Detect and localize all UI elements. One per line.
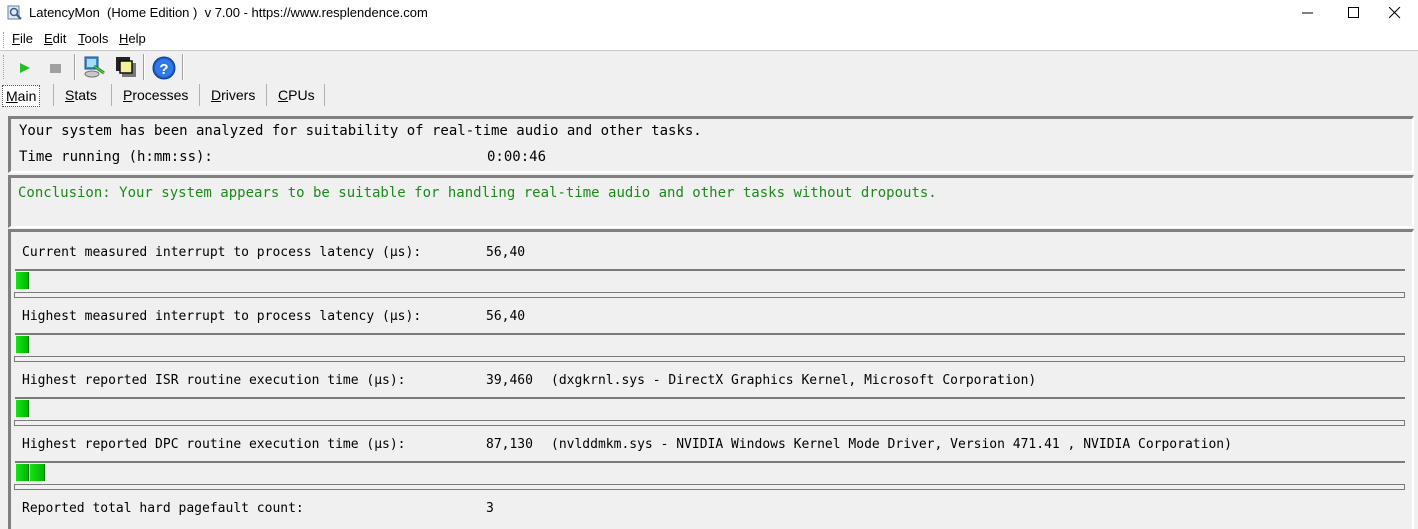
close-button[interactable] <box>1372 0 1418 28</box>
bar-scale <box>14 484 1405 490</box>
menu-help[interactable]: Help <box>119 31 146 46</box>
toolbar: ? <box>0 51 1418 82</box>
tab-stats[interactable]: Stats <box>65 85 97 105</box>
tab-separator <box>266 84 267 106</box>
bar-scale <box>14 420 1405 426</box>
conclusion-text: Conclusion: Your system appears to be su… <box>18 185 937 201</box>
analyzed-text: Your system has been analyzed for suitab… <box>19 123 702 139</box>
dpc-bar <box>15 461 1405 481</box>
bar-segment <box>16 464 29 481</box>
maximize-icon <box>1348 7 1359 18</box>
toolbar-separator <box>143 54 145 80</box>
latency-bar <box>15 333 1405 353</box>
play-icon <box>20 63 30 73</box>
metric-label: Highest measured interrupt to process la… <box>22 309 422 324</box>
toolbar-separator <box>182 54 184 80</box>
close-icon <box>1389 7 1401 19</box>
menu-grip <box>3 32 6 48</box>
tab-accel: S <box>65 87 75 103</box>
tab-cpus[interactable]: CPUs <box>278 85 315 105</box>
menu-file[interactable]: File <box>12 31 33 46</box>
start-button[interactable] <box>13 54 37 80</box>
minimize-button[interactable] <box>1285 0 1331 28</box>
tab-accel: C <box>278 87 289 103</box>
metric-detail: (nvlddmkm.sys - NVIDIA Windows Kernel Mo… <box>551 437 1232 452</box>
time-running-label: Time running (h:mm:ss): <box>19 149 213 165</box>
tab-drivers[interactable]: Drivers <box>211 85 255 105</box>
toolbar-separator <box>74 54 76 80</box>
metric-value: 39,460 <box>486 373 533 388</box>
windows-icon <box>116 57 136 77</box>
app-icon <box>7 5 23 21</box>
menu-accel: E <box>44 31 53 46</box>
tab-label: tats <box>74 87 97 103</box>
menu-accel: F <box>12 31 20 46</box>
isr-bar <box>15 397 1405 417</box>
tab-processes[interactable]: Processes <box>123 85 188 105</box>
conclusion-panel: Conclusion: Your system appears to be su… <box>8 175 1414 228</box>
stop-button[interactable] <box>44 54 68 80</box>
metric-label: Reported total hard pagefault count: <box>22 501 304 516</box>
tab-label: PUs <box>288 87 315 103</box>
tab-bar: Main Stats Processes Drivers CPUs <box>0 82 1418 108</box>
tab-separator <box>111 84 112 106</box>
menu-edit[interactable]: Edit <box>44 31 66 46</box>
metrics-panel: Current measured interrupt to process la… <box>8 229 1414 529</box>
windows-button[interactable] <box>114 54 138 80</box>
bar-segment <box>16 272 29 289</box>
bar-segment <box>30 464 45 481</box>
menu-label: ile <box>19 31 33 46</box>
time-running-value: 0:00:46 <box>487 149 547 165</box>
tab-main[interactable]: Main <box>2 85 41 107</box>
title-bar: LatencyMon (Home Edition ) v 7.00 - http… <box>0 0 1418 28</box>
stop-icon <box>50 64 61 73</box>
tab-separator <box>53 84 54 106</box>
tab-accel: P <box>123 87 133 103</box>
summary-panel: Your system has been analyzed for suitab… <box>8 116 1414 173</box>
analyze-button[interactable] <box>81 54 105 80</box>
bar-segment <box>16 336 29 353</box>
computer-wrench-icon <box>84 56 105 78</box>
maximize-button[interactable] <box>1331 0 1377 28</box>
bar-segment <box>16 400 29 417</box>
tab-accel: M <box>6 88 18 104</box>
metric-detail: (dxgkrnl.sys - DirectX Graphics Kernel, … <box>551 373 1037 388</box>
minimize-icon <box>1302 12 1313 14</box>
menu-label: elp <box>128 31 146 46</box>
bar-scale <box>14 356 1405 362</box>
tab-separator <box>199 84 200 106</box>
metric-value: 56,40 <box>486 245 526 260</box>
metric-label: Current measured interrupt to process la… <box>22 245 422 260</box>
bar-scale <box>14 292 1405 298</box>
menu-tools[interactable]: Tools <box>78 31 108 46</box>
svg-text:?: ? <box>159 61 168 78</box>
help-icon: ? <box>152 56 176 80</box>
menu-label: dit <box>52 31 67 46</box>
metric-value: 3 <box>486 501 494 516</box>
tab-label: rivers <box>221 87 256 103</box>
tab-label: ain <box>17 88 37 104</box>
tab-accel: D <box>211 87 222 103</box>
menu-bar: File Edit Tools Help <box>0 28 1418 51</box>
menu-accel: H <box>119 31 129 46</box>
tab-label: rocesses <box>132 87 189 103</box>
menu-label: ools <box>84 31 109 46</box>
metric-label: Highest reported DPC routine execution t… <box>22 437 406 452</box>
latency-bar <box>15 269 1405 289</box>
tab-separator <box>324 84 325 106</box>
metric-label: Highest reported ISR routine execution t… <box>22 373 406 388</box>
toolbar-grip <box>3 55 4 79</box>
help-button[interactable]: ? <box>152 54 176 80</box>
window-title: LatencyMon (Home Edition ) v 7.00 - http… <box>29 5 428 20</box>
metric-value: 87,130 <box>486 437 533 452</box>
metric-value: 56,40 <box>486 309 526 324</box>
